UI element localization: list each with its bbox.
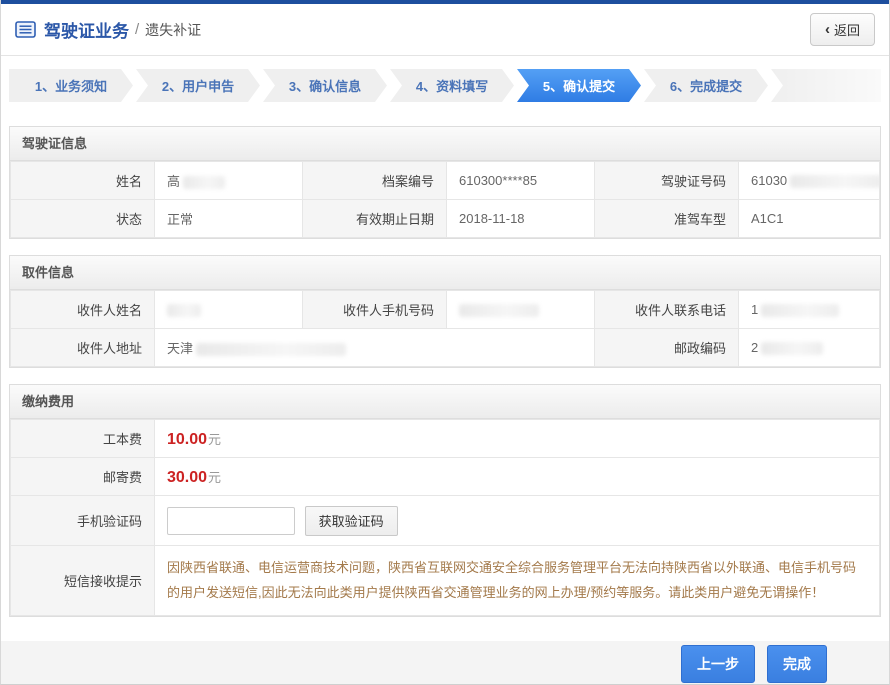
status-value: 正常 bbox=[155, 200, 303, 238]
table-row: 短信接收提示 因陕西省联通、电信运营商技术问题，陕西省互联网交通安全综合服务管理… bbox=[11, 546, 880, 616]
recipient-name-label: 收件人姓名 bbox=[11, 291, 155, 329]
sms-tip-label: 短信接收提示 bbox=[11, 546, 155, 616]
back-button[interactable]: ‹ 返回 bbox=[810, 13, 875, 46]
vehicle-class-value: A1C1 bbox=[739, 200, 880, 238]
previous-step-button[interactable]: 上一步 bbox=[681, 645, 755, 683]
recipient-name-value bbox=[155, 291, 303, 329]
get-sms-code-button[interactable]: 获取验证码 bbox=[305, 506, 398, 536]
name-label: 姓名 bbox=[11, 162, 155, 200]
table-row: 收件人地址 天津 邮政编码 2 bbox=[11, 329, 880, 367]
redacted-blur bbox=[167, 304, 201, 317]
redacted-blur bbox=[183, 176, 225, 189]
header: 驾驶证业务 / 遗失补证 ‹ 返回 bbox=[1, 4, 889, 56]
table-row: 收件人姓名 收件人手机号码 收件人联系电话 1 bbox=[11, 291, 880, 329]
table-row: 邮寄费 30.00元 bbox=[11, 458, 880, 496]
redacted-blur bbox=[196, 343, 346, 356]
chevron-left-icon: ‹ bbox=[825, 22, 830, 37]
postage-fee-value: 30.00元 bbox=[155, 458, 880, 496]
recipient-address-value: 天津 bbox=[155, 329, 595, 367]
vehicle-class-label: 准驾车型 bbox=[595, 200, 739, 238]
page-title: 驾驶证业务 bbox=[44, 17, 129, 42]
postage-fee-label: 邮寄费 bbox=[11, 458, 155, 496]
step-progress-bar: 1、业务须知 2、用户申告 3、确认信息 4、资料填写 5、确认提交 6、完成提… bbox=[9, 69, 881, 102]
recipient-phone-label: 收件人联系电话 bbox=[595, 291, 739, 329]
sms-code-label: 手机验证码 bbox=[11, 496, 155, 546]
redacted-blur bbox=[459, 304, 539, 317]
section-pickup-info: 取件信息 收件人姓名 收件人手机号码 收件人联系电话 1 收件人地址 天津 邮政… bbox=[9, 255, 881, 368]
sms-tip-text: 因陕西省联通、电信运营商技术问题，陕西省互联网交通安全综合服务管理平台无法向持陕… bbox=[155, 546, 880, 616]
license-number-value: 61030 bbox=[739, 162, 880, 200]
recipient-phone-value: 1 bbox=[739, 291, 880, 329]
step-bar-filler bbox=[771, 69, 881, 102]
expiry-label: 有效期止日期 bbox=[303, 200, 447, 238]
section-license-title: 驾驶证信息 bbox=[10, 127, 880, 161]
redacted-blur bbox=[790, 175, 879, 188]
section-fees-title: 缴纳费用 bbox=[10, 385, 880, 419]
license-info-table: 姓名 高 档案编号 610300****85 驾驶证号码 61030 状态 正常… bbox=[10, 161, 880, 238]
step-5-confirm-submit-active: 5、确认提交 bbox=[517, 69, 641, 102]
back-button-label: 返回 bbox=[834, 20, 860, 39]
pickup-info-table: 收件人姓名 收件人手机号码 收件人联系电话 1 收件人地址 天津 邮政编码 2 bbox=[10, 290, 880, 367]
recipient-address-label: 收件人地址 bbox=[11, 329, 155, 367]
sms-code-input[interactable] bbox=[167, 507, 295, 535]
form-list-icon bbox=[15, 21, 36, 38]
page: 驾驶证业务 / 遗失补证 ‹ 返回 1、业务须知 2、用户申告 3、确认信息 4… bbox=[0, 0, 890, 685]
recipient-mobile-label: 收件人手机号码 bbox=[303, 291, 447, 329]
section-fees: 缴纳费用 工本费 10.00元 邮寄费 30.00元 手机验证码 获取验证码 短… bbox=[9, 384, 881, 617]
name-value: 高 bbox=[155, 162, 303, 200]
sms-code-cell: 获取验证码 bbox=[155, 496, 880, 546]
table-row: 手机验证码 获取验证码 bbox=[11, 496, 880, 546]
production-fee-value: 10.00元 bbox=[155, 420, 880, 458]
expiry-value: 2018-11-18 bbox=[447, 200, 595, 238]
production-fee-label: 工本费 bbox=[11, 420, 155, 458]
redacted-blur bbox=[761, 304, 839, 317]
step-3-confirm-info: 3、确认信息 bbox=[263, 69, 387, 102]
file-number-value: 610300****85 bbox=[447, 162, 595, 200]
step-2-user-declaration: 2、用户申告 bbox=[136, 69, 260, 102]
license-number-label: 驾驶证号码 bbox=[595, 162, 739, 200]
postcode-value: 2 bbox=[739, 329, 880, 367]
status-label: 状态 bbox=[11, 200, 155, 238]
table-row: 状态 正常 有效期止日期 2018-11-18 准驾车型 A1C1 bbox=[11, 200, 880, 238]
currency-unit: 元 bbox=[208, 432, 221, 447]
table-row: 姓名 高 档案编号 610300****85 驾驶证号码 61030 bbox=[11, 162, 880, 200]
step-6-complete-submit: 6、完成提交 bbox=[644, 69, 768, 102]
postcode-label: 邮政编码 bbox=[595, 329, 739, 367]
fees-table: 工本费 10.00元 邮寄费 30.00元 手机验证码 获取验证码 短信接收提示… bbox=[10, 419, 880, 616]
finish-button[interactable]: 完成 bbox=[767, 645, 827, 683]
currency-unit: 元 bbox=[208, 470, 221, 485]
recipient-mobile-value bbox=[447, 291, 595, 329]
footer-action-bar: 上一步 完成 bbox=[1, 641, 889, 685]
step-1-business-notice: 1、业务须知 bbox=[9, 69, 133, 102]
redacted-blur bbox=[761, 342, 823, 355]
section-pickup-title: 取件信息 bbox=[10, 256, 880, 290]
breadcrumb-separator: / bbox=[135, 21, 139, 38]
breadcrumb-current: 遗失补证 bbox=[145, 20, 201, 40]
file-number-label: 档案编号 bbox=[303, 162, 447, 200]
section-license-info: 驾驶证信息 姓名 高 档案编号 610300****85 驾驶证号码 61030… bbox=[9, 126, 881, 239]
table-row: 工本费 10.00元 bbox=[11, 420, 880, 458]
step-4-fill-data: 4、资料填写 bbox=[390, 69, 514, 102]
